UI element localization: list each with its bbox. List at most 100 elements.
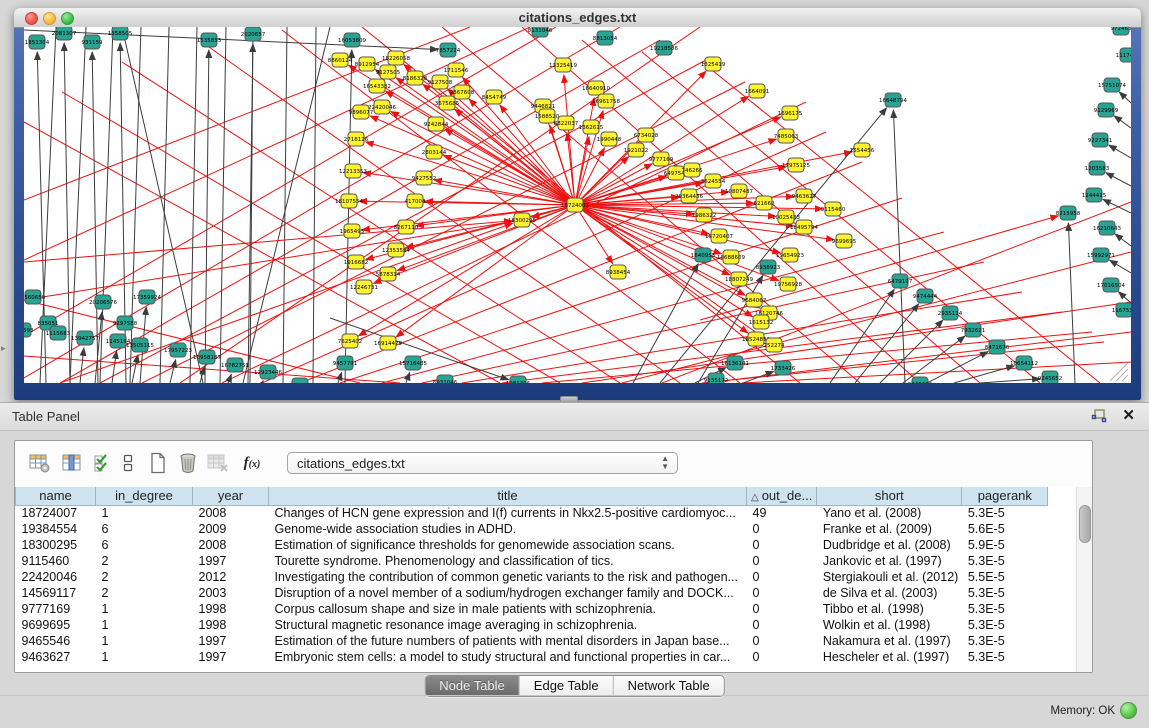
table-header-row[interactable]: namein_degreeyeartitle△out_de...shortpag… [16,487,1048,505]
graph-node[interactable]: 9474444 [913,289,938,303]
graph-node[interactable]: 17975125 [782,158,810,172]
graph-node[interactable]: 12923446 [254,365,282,379]
graph-node[interactable]: 17016504 [1097,278,1125,292]
graph-node[interactable]: 17359924 [133,290,161,304]
table-row[interactable]: 911546021997Tourette syndrome. Phenomeno… [16,553,1048,569]
table-cell[interactable]: 5.3E-5 [962,505,1048,521]
table-cell[interactable]: 1998 [193,617,269,633]
table-cell[interactable]: Embryonic stem cells: a model to study s… [269,649,747,665]
table-cell[interactable]: Changes of HCN gene expression and I(f) … [269,505,747,521]
row-height-icon[interactable] [115,450,141,476]
graph-node[interactable]: 16782759 [221,358,249,372]
table-cell[interactable]: 0 [747,569,817,585]
graph-node[interactable]: 8186328 [403,71,428,85]
table-cell[interactable]: 1997 [193,633,269,649]
table-cell[interactable]: 0 [747,537,817,553]
table-cell[interactable]: 9699695 [16,617,96,633]
graph-node[interactable]: 7986322 [692,208,717,222]
table-cell[interactable]: Hescheler et al. (1997) [817,649,962,665]
graph-node[interactable]: 16543382 [363,79,391,93]
graph-node[interactable]: 15716485 [399,356,427,370]
graph-node[interactable]: 252274 [764,338,785,352]
table-cell[interactable]: 5.3E-5 [962,617,1048,633]
graph-node[interactable]: 5878314 [376,267,401,281]
column-header-pagerank[interactable]: pagerank [962,487,1048,505]
graph-node[interactable]: 15751074 [1098,78,1126,92]
table-cell[interactable]: 2008 [193,505,269,521]
tab-node-table[interactable]: Node Table [425,676,519,696]
table-cell[interactable]: 9465546 [16,633,96,649]
table-cell[interactable]: Estimation of the future numbers of pati… [269,633,747,649]
node-table-scrollpane[interactable]: namein_degreeyeartitle△out_de...shortpag… [15,487,1092,672]
table-cell[interactable]: 1 [96,633,193,649]
table-cell[interactable]: 0 [747,633,817,649]
table-row[interactable]: 969969511998Structural magnetic resonanc… [16,617,1048,633]
table-cell[interactable]: 5.3E-5 [962,601,1048,617]
graph-node[interactable]: 1664091 [745,84,770,98]
table-cell[interactable]: 1998 [193,601,269,617]
graph-node[interactable]: 16958187 [193,350,221,364]
graph-node[interactable]: 9245012 [288,378,313,383]
table-cell[interactable]: 1 [96,617,193,633]
table-cell[interactable]: Disruption of a novel member of a sodium… [269,585,747,601]
table-row[interactable]: 1456911722003Disruption of a novel membe… [16,585,1048,601]
table-cell[interactable]: 2008 [193,537,269,553]
table-options-icon[interactable] [27,450,53,476]
table-cell[interactable]: 5.3E-5 [962,649,1048,665]
table-cell[interactable]: Jankovic et al. (1997) [817,553,962,569]
graph-node[interactable]: 9699695 [832,234,857,248]
column-header-title[interactable]: title [269,487,747,505]
graph-node[interactable]: 8813054 [593,31,618,45]
panel-collapse-arrow-icon[interactable]: ▸ [1,343,6,354]
graph-node[interactable]: 931159 [82,35,103,49]
table-cell[interactable]: de Silva et al. (2003) [817,585,962,601]
graph-node[interactable]: 9135172 [704,373,729,383]
graph-node[interactable]: 8912954 [355,57,380,71]
table-cell[interactable]: 0 [747,553,817,569]
table-cell[interactable]: Franke et al. (2009) [817,521,962,537]
graph-node[interactable]: 9297588 [113,316,138,330]
memory-ok-indicator-icon[interactable] [1120,702,1137,719]
table-cell[interactable]: 1 [96,505,193,521]
table-cell[interactable]: 5.3E-5 [962,585,1048,601]
graph-node[interactable]: 6479197 [888,274,913,288]
table-cell[interactable]: 49 [747,505,817,521]
column-header-out-de[interactable]: △out_de... [747,487,817,505]
graph-node[interactable]: 19654923 [776,248,804,262]
window-titlebar[interactable]: citations_edges.txt [14,8,1141,28]
graph-node[interactable]: 2020657 [241,27,266,41]
graph-node[interactable]: 1554456 [850,143,875,157]
graph-node[interactable]: 7857224 [436,43,461,57]
graph-node[interactable]: 7485063 [774,129,799,143]
table-cell[interactable]: 1 [96,601,193,617]
table-cell[interactable]: Tibbo et al. (1998) [817,601,962,617]
table-cell[interactable]: 14569117 [16,585,96,601]
graph-node[interactable]: 9127505 [376,65,401,79]
table-cell[interactable]: 0 [747,521,817,537]
graph-node[interactable]: 18107554 [335,194,363,208]
table-row[interactable]: 977716911998Corpus callosum shape and si… [16,601,1048,617]
graph-node[interactable]: 9245032 [908,377,933,383]
table-cell[interactable]: 6 [96,537,193,553]
table-row[interactable]: 1938455462009Genome-wide association stu… [16,521,1048,537]
graph-node[interactable]: 1358505 [108,27,133,40]
table-cell[interactable]: 19384554 [16,521,96,537]
graph-node[interactable]: 1640955 [691,248,716,262]
graph-node[interactable]: 8938454 [606,265,631,279]
graph-node[interactable]: 9457791 [333,356,358,370]
table-cell[interactable]: Dudbridge et al. (2008) [817,537,962,553]
graph-node[interactable]: 2718126 [344,132,369,146]
tab-network-table[interactable]: Network Table [613,676,724,696]
graph-node[interactable]: 13505115 [126,338,154,352]
table-cell[interactable]: 2003 [193,585,269,601]
table-cell[interactable]: 9463627 [16,649,96,665]
graph-node[interactable]: 16648794 [879,93,907,107]
graph-node[interactable]: 1851304 [25,35,50,49]
table-cell[interactable]: 1997 [193,649,269,665]
table-cell[interactable]: Nakamura et al. (1997) [817,633,962,649]
table-cell[interactable]: 2009 [193,521,269,537]
table-cell[interactable]: 6 [96,521,193,537]
graph-node[interactable]: 8454749 [482,90,507,104]
table-cell[interactable]: 22420046 [16,569,96,585]
graph-node[interactable]: 1535853 [197,33,222,47]
